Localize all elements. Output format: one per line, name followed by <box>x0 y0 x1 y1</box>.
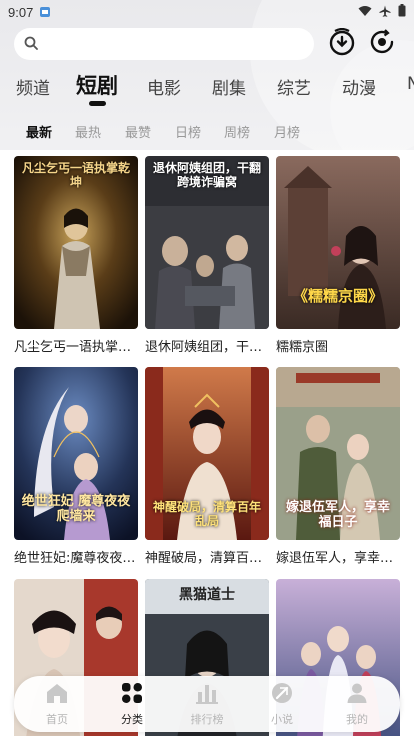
sort-monthly[interactable]: 月榜 <box>274 122 300 141</box>
nav-profile[interactable]: 我的 <box>322 682 392 728</box>
history-icon <box>368 28 396 60</box>
user-icon <box>346 682 368 708</box>
drama-title: 糯糯京圈 <box>276 340 329 355</box>
novel-icon <box>271 682 293 708</box>
nav-profile-label: 我的 <box>346 713 368 726</box>
poster-title: 《糯糯京圈》 <box>292 287 383 305</box>
tab-short-drama[interactable]: 短剧 <box>76 70 118 100</box>
drama-card[interactable]: 凡尘乞丐一语执掌乾坤 凡尘乞丐一语执掌乾坤 <box>14 156 138 355</box>
tab-variety[interactable]: 综艺 <box>277 74 311 99</box>
status-bar: 9:07 <box>0 0 414 24</box>
active-tab-indicator <box>89 101 106 106</box>
drama-card[interactable]: 神醒破局，清算百年乱局 神醒破局，清算百年乱局 <box>145 367 269 566</box>
notification-icon <box>39 6 51 18</box>
poster-title: 绝世狂妃 魔尊夜夜爬墙来 <box>21 494 131 524</box>
drama-card[interactable]: 退休阿姨组团，干翻跨境诈骗窝 退休阿姨组团，干翻跨境诈骗窝 <box>145 156 269 355</box>
poster-title: 凡尘乞丐一语执掌乾坤 <box>21 161 130 189</box>
poster-image: 神醒破局，清算百年乱局 <box>145 367 269 540</box>
poster-image: 嫁退伍军人，享幸福日子 <box>276 367 400 540</box>
tab-channel[interactable]: 频道 <box>16 74 50 99</box>
status-time: 9:07 <box>8 4 34 20</box>
airplane-icon <box>379 5 391 20</box>
sort-hottest[interactable]: 最热 <box>75 122 101 141</box>
poster-image: 《糯糯京圈》 <box>276 156 400 329</box>
nav-home-label: 首页 <box>46 713 68 726</box>
nav-home[interactable]: 首页 <box>22 682 92 728</box>
nav-novel[interactable]: 小说 <box>247 682 317 728</box>
nav-novel-label: 小说 <box>271 713 293 726</box>
bottom-navigation: 首页 分类 排行榜 小说 我的 <box>14 676 400 732</box>
poster-title: 神醒破局，清算百年乱局 <box>152 500 261 528</box>
nav-ranking[interactable]: 排行榜 <box>172 682 242 728</box>
drama-title: 嫁退伍军人，享幸福日子 <box>276 551 400 566</box>
sort-tabs: 最新 最热 最赞 日榜 周榜 月榜 <box>0 118 414 142</box>
search-icon <box>24 35 38 54</box>
sort-latest[interactable]: 最新 <box>26 122 52 141</box>
search-input[interactable] <box>44 36 284 52</box>
drama-grid: 凡尘乞丐一语执掌乾坤 凡尘乞丐一语执掌乾坤 退休阿姨组团，干翻跨境诈骗窝 退休阿… <box>0 150 414 736</box>
download-button[interactable] <box>328 27 356 60</box>
poster-image: 凡尘乞丐一语执掌乾坤 <box>14 156 138 329</box>
drama-card[interactable]: 绝世狂妃 魔尊夜夜爬墙来 绝世狂妃:魔尊夜夜爬墙来 <box>14 367 138 566</box>
nav-category[interactable]: 分类 <box>97 682 167 728</box>
poster-image: 绝世狂妃 魔尊夜夜爬墙来 <box>14 367 138 540</box>
drama-card[interactable]: 嫁退伍军人，享幸福日子 嫁退伍军人，享幸福日子 <box>276 367 400 566</box>
chart-icon <box>195 682 219 708</box>
sort-most-liked[interactable]: 最赞 <box>125 122 151 141</box>
home-icon <box>45 682 69 708</box>
drama-title: 退休阿姨组团，干翻跨境诈骗窝 <box>145 340 269 355</box>
category-icon <box>121 682 143 708</box>
sort-weekly[interactable]: 周榜 <box>224 122 250 141</box>
tab-series[interactable]: 剧集 <box>212 74 246 99</box>
history-button[interactable] <box>368 28 396 60</box>
tab-more[interactable]: N <box>407 74 414 94</box>
drama-title: 凡尘乞丐一语执掌乾坤 <box>14 340 138 355</box>
drama-title: 神醒破局，清算百年乱局 <box>145 551 269 566</box>
tab-anime[interactable]: 动漫 <box>342 74 376 99</box>
poster-title: 黑猫道士 <box>179 587 235 603</box>
tab-movie[interactable]: 电影 <box>147 74 181 99</box>
wifi-icon <box>358 5 372 20</box>
nav-category-label: 分类 <box>121 713 143 726</box>
nav-ranking-label: 排行榜 <box>190 713 224 726</box>
download-icon <box>328 27 356 60</box>
drama-card[interactable]: 《糯糯京圈》 糯糯京圈 <box>276 156 400 355</box>
poster-image: 退休阿姨组团，干翻跨境诈骗窝 <box>145 156 269 329</box>
channel-tabs: 频道 短剧 电影 剧集 综艺 动漫 N <box>0 68 414 104</box>
sort-daily[interactable]: 日榜 <box>175 122 201 141</box>
search-bar[interactable] <box>14 28 314 60</box>
battery-icon <box>398 4 406 20</box>
poster-title: 嫁退伍军人，享幸福日子 <box>285 500 390 530</box>
drama-title: 绝世狂妃:魔尊夜夜爬墙来 <box>14 551 138 566</box>
poster-title: 退休阿姨组团，干翻跨境诈骗窝 <box>152 161 261 189</box>
